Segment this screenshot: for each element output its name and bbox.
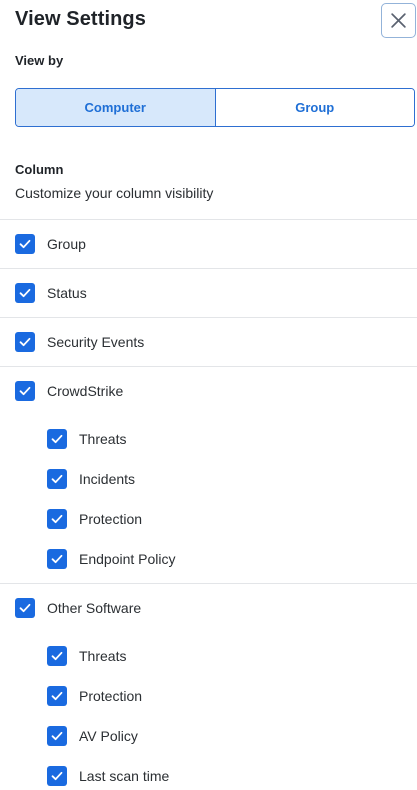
- column-option-label: Incidents: [79, 471, 136, 487]
- column-suboption-crowdstrike-endpoint-policy[interactable]: Endpoint Policy: [0, 539, 417, 579]
- check-icon: [19, 239, 31, 249]
- column-section-subtitle: Customize your column visibility: [15, 185, 214, 201]
- column-option-label: Last scan time: [79, 768, 170, 784]
- crowdstrike-incidents-checkbox[interactable]: [47, 469, 67, 489]
- check-icon: [51, 771, 63, 781]
- column-visibility-list: Group Status Security Events CrowdStrike…: [0, 219, 417, 790]
- other-threats-checkbox[interactable]: [47, 646, 67, 666]
- check-icon: [19, 603, 31, 613]
- column-option-label: Status: [47, 285, 87, 301]
- crowdstrike-checkbox[interactable]: [15, 381, 35, 401]
- column-option-label: Threats: [79, 648, 127, 664]
- column-suboption-crowdstrike-protection[interactable]: Protection: [0, 499, 417, 539]
- crowdstrike-endpoint-policy-checkbox[interactable]: [47, 549, 67, 569]
- check-icon: [51, 434, 63, 444]
- view-by-computer-button[interactable]: Computer: [16, 89, 215, 126]
- view-by-label: View by: [15, 53, 64, 68]
- crowdstrike-protection-checkbox[interactable]: [47, 509, 67, 529]
- other-software-checkbox[interactable]: [15, 598, 35, 618]
- other-av-policy-checkbox[interactable]: [47, 726, 67, 746]
- other-software-subcolumns: Threats Protection AV Policy Last scan t…: [0, 632, 417, 790]
- column-option-label: Other Software: [47, 600, 142, 616]
- column-suboption-crowdstrike-threats[interactable]: Threats: [0, 419, 417, 459]
- view-by-toggle: Computer Group: [15, 88, 415, 127]
- column-suboption-other-av-policy[interactable]: AV Policy: [0, 716, 417, 756]
- column-suboption-crowdstrike-incidents[interactable]: Incidents: [0, 459, 417, 499]
- column-suboption-other-threats[interactable]: Threats: [0, 636, 417, 676]
- check-icon: [19, 337, 31, 347]
- panel-title: View Settings: [15, 8, 146, 30]
- security-events-checkbox[interactable]: [15, 332, 35, 352]
- column-suboption-other-last-scan-time[interactable]: Last scan time: [0, 756, 417, 790]
- column-section-title: Column: [15, 162, 64, 177]
- column-option-label: Security Events: [47, 334, 145, 350]
- column-option-label: AV Policy: [79, 728, 138, 744]
- close-icon: [391, 13, 406, 28]
- status-checkbox[interactable]: [15, 283, 35, 303]
- column-suboption-other-protection[interactable]: Protection: [0, 676, 417, 716]
- column-option-security-events[interactable]: Security Events: [0, 318, 417, 366]
- column-option-group[interactable]: Group: [0, 220, 417, 268]
- check-icon: [51, 474, 63, 484]
- column-option-status[interactable]: Status: [0, 269, 417, 317]
- close-button[interactable]: [381, 3, 416, 38]
- column-option-other-software[interactable]: Other Software: [0, 584, 417, 632]
- check-icon: [51, 651, 63, 661]
- check-icon: [19, 386, 31, 396]
- panel-header: View Settings: [0, 0, 417, 44]
- column-option-label: Protection: [79, 688, 143, 704]
- check-icon: [51, 514, 63, 524]
- column-option-crowdstrike[interactable]: CrowdStrike: [0, 367, 417, 415]
- crowdstrike-threats-checkbox[interactable]: [47, 429, 67, 449]
- column-option-label: CrowdStrike: [47, 383, 124, 399]
- check-icon: [19, 288, 31, 298]
- crowdstrike-subcolumns: Threats Incidents Protection Endpoint Po…: [0, 415, 417, 583]
- check-icon: [51, 554, 63, 564]
- column-option-label: Protection: [79, 511, 143, 527]
- view-by-group-button[interactable]: Group: [214, 89, 414, 126]
- check-icon: [51, 731, 63, 741]
- check-icon: [51, 691, 63, 701]
- column-option-label: Endpoint Policy: [79, 551, 176, 567]
- other-last-scan-time-checkbox[interactable]: [47, 766, 67, 786]
- column-option-label: Threats: [79, 431, 127, 447]
- column-option-label: Group: [47, 236, 86, 252]
- other-protection-checkbox[interactable]: [47, 686, 67, 706]
- group-checkbox[interactable]: [15, 234, 35, 254]
